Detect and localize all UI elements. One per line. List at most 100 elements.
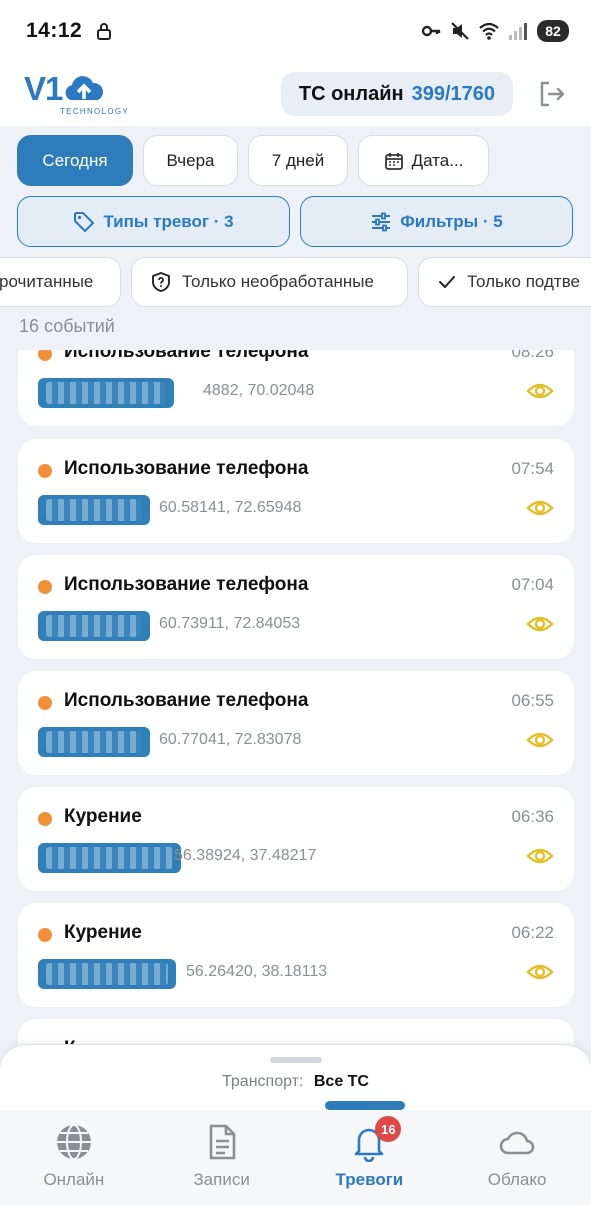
- lock-icon: [97, 23, 112, 40]
- event-card[interactable]: Использование телефона 07:04 60.73911, 7…: [18, 555, 574, 659]
- event-card[interactable]: Использование телефона 08:26 4882, 70.02…: [18, 350, 574, 426]
- logo: V1 TECHNOLOGY: [24, 72, 134, 116]
- date-chips: Сегодня Вчера 7 дней Дата...: [17, 135, 489, 186]
- event-status-dot: [38, 928, 52, 942]
- logo-text: V1: [24, 70, 63, 107]
- event-time: 06:22: [511, 923, 554, 942]
- chip-yesterday[interactable]: Вчера: [143, 135, 238, 186]
- event-card[interactable]: Курение 06:36 56.38924, 37.48217: [18, 787, 574, 891]
- filter-buttons: Типы тревог · 3 Фильтры · 5: [17, 196, 573, 247]
- nav-records-label: Записи: [193, 1170, 250, 1189]
- event-title: Использование телефона: [64, 350, 309, 362]
- nav-online-label: Онлайн: [43, 1170, 105, 1189]
- tag-icon: [74, 211, 95, 232]
- unprocessed-filter[interactable]: Только необработанные: [131, 257, 408, 307]
- logout-button[interactable]: [537, 79, 567, 109]
- alarm-types-button[interactable]: Типы тревог · 3: [17, 196, 290, 247]
- event-coords: 56.38924, 37.48217: [174, 847, 317, 864]
- bottom-nav: Онлайн Записи 16 Тревоги Облако: [0, 1101, 591, 1205]
- globe-icon: [56, 1124, 91, 1160]
- confirmed-filter-label: Только подтве: [467, 272, 581, 291]
- event-time: 06:55: [511, 691, 554, 710]
- filters-button[interactable]: Фильтры · 5: [300, 196, 573, 247]
- cloud-icon: [499, 1131, 535, 1155]
- event-title: Курение: [64, 922, 142, 943]
- events-list[interactable]: Использование телефона 08:26 4882, 70.02…: [0, 350, 591, 1110]
- eye-icon[interactable]: [526, 729, 554, 751]
- key-icon: [421, 25, 441, 37]
- vehicle-plate: [38, 959, 176, 989]
- vehicle-plate: [38, 727, 150, 757]
- event-status-dot: [38, 812, 52, 826]
- alarms-badge: 16: [375, 1116, 402, 1142]
- event-time: 06:36: [511, 807, 554, 826]
- logo-subtitle: TECHNOLOGY: [60, 107, 130, 116]
- eye-icon[interactable]: [526, 380, 554, 402]
- confirmed-filter[interactable]: Только подтве: [418, 257, 591, 307]
- event-coords: 60.77041, 72.83078: [159, 731, 302, 748]
- chip-today[interactable]: Сегодня: [17, 135, 133, 186]
- signal-icon: [509, 23, 527, 40]
- sliders-icon: [372, 212, 391, 231]
- cloud-upload-logo-icon: [65, 75, 104, 100]
- event-coords: 60.58141, 72.65948: [159, 499, 302, 516]
- event-title: Курение: [64, 806, 142, 827]
- app-header: V1 TECHNOLOGY ТС онлайн 399/1760: [0, 62, 591, 126]
- event-title: Использование телефона: [64, 458, 309, 479]
- mute-icon: [451, 22, 469, 40]
- nav-cloud-label: Облако: [487, 1170, 547, 1189]
- alarm-types-label: Типы тревог · 3: [103, 211, 234, 231]
- nav-active-indicator: [325, 1101, 405, 1110]
- eye-icon[interactable]: [526, 497, 554, 519]
- events-count: 16 событий: [19, 316, 115, 336]
- event-status-dot: [38, 580, 52, 594]
- check-icon: [439, 276, 455, 288]
- chip-date-label: Дата...: [411, 150, 464, 170]
- battery-indicator: 82: [537, 20, 569, 42]
- event-title: Использование телефона: [64, 690, 309, 711]
- eye-icon[interactable]: [526, 845, 554, 867]
- wifi-icon: [479, 22, 499, 40]
- event-coords: 4882, 70.02048: [203, 382, 315, 399]
- unprocessed-filter-label: Только необработанные: [182, 272, 374, 291]
- transport-selector[interactable]: Транспорт: Все ТС: [0, 1073, 591, 1091]
- nav-records[interactable]: Записи: [148, 1110, 296, 1205]
- online-counter[interactable]: ТС онлайн 399/1760: [280, 72, 513, 116]
- event-card[interactable]: Использование телефона 06:55 60.77041, 7…: [18, 671, 574, 775]
- nav-alarms[interactable]: 16 Тревоги: [296, 1110, 444, 1205]
- event-coords: 60.73911, 72.84053: [159, 615, 301, 632]
- event-status-dot: [38, 464, 52, 478]
- event-time: 07:54: [511, 459, 554, 478]
- sheet-drag-handle[interactable]: [270, 1057, 322, 1063]
- calendar-icon: [384, 152, 403, 170]
- transport-value: Все ТС: [313, 1073, 369, 1090]
- nav-cloud[interactable]: Облако: [443, 1110, 591, 1205]
- event-time: 08:26: [511, 350, 554, 361]
- event-coords: 56.26420, 38.18113: [186, 963, 328, 980]
- status-time: 14:12: [26, 19, 83, 42]
- event-card[interactable]: Курение 06:22 56.26420, 38.18113: [18, 903, 574, 1007]
- unread-filter-label: рочитанные: [0, 272, 94, 291]
- status-filter-row: рочитанные Только необработанные Только …: [0, 257, 591, 307]
- chip-7-days[interactable]: 7 дней: [248, 135, 348, 186]
- status-icons: 82: [421, 20, 569, 42]
- online-label: ТС онлайн: [298, 82, 404, 105]
- event-status-dot: [38, 350, 52, 361]
- event-time: 07:04: [511, 575, 554, 594]
- chip-date[interactable]: Дата...: [358, 135, 489, 186]
- filters-label: Фильтры · 5: [400, 211, 503, 231]
- transport-sheet[interactable]: Транспорт: Все ТС: [0, 1044, 591, 1110]
- unread-filter[interactable]: рочитанные: [0, 257, 121, 307]
- vehicle-plate: [38, 495, 150, 525]
- eye-icon[interactable]: [526, 961, 554, 983]
- status-bar: 14:12 82: [0, 0, 591, 62]
- event-card[interactable]: Использование телефона 07:54 60.58141, 7…: [18, 439, 574, 543]
- shield-question-icon: [152, 272, 170, 292]
- eye-icon[interactable]: [526, 613, 554, 635]
- vehicle-plate: [38, 843, 181, 873]
- vehicle-plate: [38, 611, 150, 641]
- logout-icon: [540, 81, 565, 107]
- transport-label: Транспорт:: [222, 1073, 304, 1090]
- nav-online[interactable]: Онлайн: [0, 1110, 148, 1205]
- event-status-dot: [38, 696, 52, 710]
